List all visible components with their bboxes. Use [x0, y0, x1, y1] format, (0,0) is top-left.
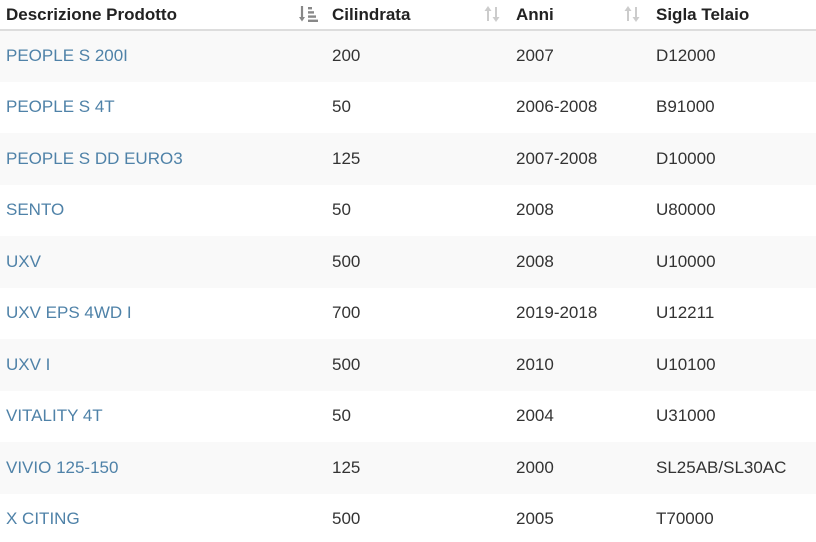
- product-link[interactable]: PEOPLE S DD EURO3: [6, 149, 183, 168]
- cell-product: SENTO: [0, 184, 326, 236]
- cell-cilindrata: 50: [326, 184, 510, 236]
- table-row: PEOPLE S 4T 50 2006-2008 B91000: [0, 81, 816, 133]
- cell-sigla-telaio: D10000: [650, 133, 816, 185]
- cell-sigla-telaio: U12211: [650, 287, 816, 339]
- cell-product: UXV I: [0, 339, 326, 391]
- cell-product: PEOPLE S 4T: [0, 81, 326, 133]
- column-header-label: Anni: [516, 4, 554, 24]
- product-link[interactable]: SENTO: [6, 200, 64, 219]
- cell-sigla-telaio: SL25AB/SL30AC: [650, 442, 816, 494]
- cell-anni: 2008: [510, 236, 650, 288]
- cell-product: X CITING: [0, 493, 326, 542]
- cell-product: VITALITY 4T: [0, 390, 326, 442]
- cell-product: UXV EPS 4WD I: [0, 287, 326, 339]
- table-row: VITALITY 4T 50 2004 U31000: [0, 390, 816, 442]
- sort-both-icon[interactable]: [482, 4, 502, 24]
- product-table-container: Descrizione Prodotto Cilindrata Anni Sig…: [0, 0, 816, 542]
- cell-anni: 2007-2008: [510, 133, 650, 185]
- table-row: UXV 500 2008 U10000: [0, 236, 816, 288]
- cell-sigla-telaio: B91000: [650, 81, 816, 133]
- product-table: Descrizione Prodotto Cilindrata Anni Sig…: [0, 0, 816, 542]
- cell-anni: 2019-2018: [510, 287, 650, 339]
- column-header-label: Sigla Telaio: [656, 4, 750, 24]
- cell-sigla-telaio: U80000: [650, 184, 816, 236]
- table-header: Descrizione Prodotto Cilindrata Anni Sig…: [0, 0, 816, 31]
- cell-cilindrata: 50: [326, 390, 510, 442]
- cell-anni: 2000: [510, 442, 650, 494]
- product-link[interactable]: UXV EPS 4WD I: [6, 303, 132, 322]
- cell-cilindrata: 700: [326, 287, 510, 339]
- table-row: SENTO 50 2008 U80000: [0, 184, 816, 236]
- product-link[interactable]: UXV: [6, 252, 41, 271]
- product-link[interactable]: UXV I: [6, 355, 50, 374]
- sort-both-icon[interactable]: [622, 4, 642, 24]
- table-row: PEOPLE S DD EURO3 125 2007-2008 D10000: [0, 133, 816, 185]
- cell-sigla-telaio: T70000: [650, 493, 816, 542]
- cell-product: VIVIO 125-150: [0, 442, 326, 494]
- cell-cilindrata: 125: [326, 442, 510, 494]
- cell-cilindrata: 50: [326, 81, 510, 133]
- cell-anni: 2004: [510, 390, 650, 442]
- column-header-descrizione-prodotto[interactable]: Descrizione Prodotto: [0, 0, 326, 31]
- table-row: UXV I 500 2010 U10100: [0, 339, 816, 391]
- cell-sigla-telaio: U10100: [650, 339, 816, 391]
- cell-cilindrata: 500: [326, 493, 510, 542]
- cell-anni: 2005: [510, 493, 650, 542]
- table-row: UXV EPS 4WD I 700 2019-2018 U12211: [0, 287, 816, 339]
- cell-anni: 2007: [510, 30, 650, 82]
- cell-product: PEOPLE S DD EURO3: [0, 133, 326, 185]
- column-header-label: Descrizione Prodotto: [6, 4, 177, 24]
- column-header-cilindrata[interactable]: Cilindrata: [326, 0, 510, 31]
- cell-product: UXV: [0, 236, 326, 288]
- product-link[interactable]: X CITING: [6, 509, 80, 528]
- table-row: PEOPLE S 200I 200 2007 D12000: [0, 30, 816, 82]
- sort-amount-asc-icon[interactable]: [298, 4, 318, 24]
- table-body: PEOPLE S 200I 200 2007 D12000 PEOPLE S 4T 50 2…: [0, 30, 816, 542]
- cell-sigla-telaio: D12000: [650, 30, 816, 82]
- table-row: VIVIO 125-150 125 2000 SL25AB/SL30AC: [0, 442, 816, 494]
- product-link[interactable]: PEOPLE S 4T: [6, 97, 115, 116]
- cell-sigla-telaio: U10000: [650, 236, 816, 288]
- product-link[interactable]: VIVIO 125-150: [6, 458, 118, 477]
- product-link[interactable]: PEOPLE S 200I: [6, 46, 128, 65]
- cell-cilindrata: 200: [326, 30, 510, 82]
- cell-cilindrata: 125: [326, 133, 510, 185]
- cell-anni: 2008: [510, 184, 650, 236]
- table-row: X CITING 500 2005 T70000: [0, 493, 816, 542]
- cell-cilindrata: 500: [326, 339, 510, 391]
- column-header-sigla-telaio[interactable]: Sigla Telaio: [650, 0, 816, 31]
- product-link[interactable]: VITALITY 4T: [6, 406, 103, 425]
- column-header-label: Cilindrata: [332, 4, 411, 24]
- cell-cilindrata: 500: [326, 236, 510, 288]
- cell-sigla-telaio: U31000: [650, 390, 816, 442]
- cell-anni: 2006-2008: [510, 81, 650, 133]
- cell-anni: 2010: [510, 339, 650, 391]
- header-row: Descrizione Prodotto Cilindrata Anni Sig…: [0, 0, 816, 31]
- column-header-anni[interactable]: Anni: [510, 0, 650, 31]
- cell-product: PEOPLE S 200I: [0, 30, 326, 82]
